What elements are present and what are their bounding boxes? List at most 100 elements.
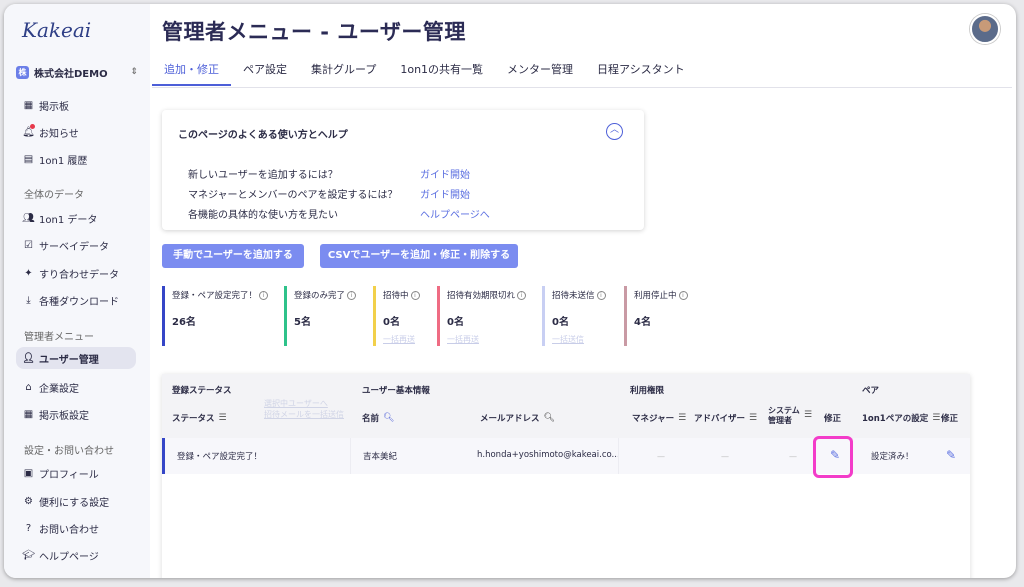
switch-arrows-icon: ⇕ xyxy=(130,67,138,77)
sidebar-item-history[interactable]: ▤ 1on1 履歴 xyxy=(16,148,136,170)
tab-1on1-shares[interactable]: 1on1の共有一覧 xyxy=(388,60,495,86)
people-icon: 👥︎ xyxy=(22,212,35,224)
info-icon[interactable]: i xyxy=(410,291,420,300)
page-title: 管理者メニュー - ユーザー管理 xyxy=(162,20,466,44)
row-advisor: — xyxy=(721,452,729,461)
board-settings-icon: ▦ xyxy=(23,408,34,420)
question-icon: ? xyxy=(25,522,32,534)
app-window: Kakeai 株 株式会社DEMO ⇕ ▦ 掲示板 🔔︎ お知らせ ▤ 1on1… xyxy=(4,4,1016,578)
info-icon[interactable]: i xyxy=(259,291,269,300)
stat-expired: 招待有効期限切れ i 0名 一括再送 xyxy=(437,286,547,346)
info-icon[interactable]: i xyxy=(596,291,606,300)
notification-dot xyxy=(30,124,35,129)
kakeai-logo[interactable]: Kakeai xyxy=(22,18,91,42)
tab-add-edit[interactable]: 追加・修正 xyxy=(152,60,231,86)
row-manager: — xyxy=(657,452,665,461)
row-status: 登録・ペア設定完了！ xyxy=(177,452,263,462)
sidebar-item-board-settings[interactable]: ▦ 掲示板設定 xyxy=(16,403,136,425)
profile-icon: ▣ xyxy=(23,467,34,479)
help-title: このページのよくある使い方とヘルプ xyxy=(178,130,348,141)
info-icon[interactable]: i xyxy=(517,291,527,300)
filter-icon[interactable]: ☰ xyxy=(804,410,812,420)
help-guide-link[interactable]: ガイド開始 xyxy=(420,186,470,201)
sidebar-item-1on1-data[interactable]: 👥︎ 1on1 データ xyxy=(16,207,136,229)
tab-divider xyxy=(152,87,1012,88)
sidebar-item-notice[interactable]: 🔔︎ お知らせ xyxy=(16,121,136,143)
group-basic-header: ユーザー基本情報 xyxy=(362,386,430,396)
sidebar-item-company-settings[interactable]: ⌂ 企業設定 xyxy=(16,376,136,398)
sidebar-item-alignment[interactable]: ✦ すり合わせデータ xyxy=(16,262,136,284)
gear-icon: ⚙ xyxy=(24,495,33,507)
tab-pair-settings[interactable]: ペア設定 xyxy=(231,60,299,86)
board-icon: ▦ xyxy=(23,99,34,111)
tab-mentor[interactable]: メンター管理 xyxy=(495,60,585,86)
help-question: マネジャーとメンバーのペアを設定するには？ xyxy=(188,190,398,201)
download-icon: ⤓ xyxy=(26,294,31,306)
sidebar-item-board[interactable]: ▦ 掲示板 xyxy=(16,94,136,116)
collapse-chevron-icon[interactable]: ︿ xyxy=(606,123,623,140)
filter-icon[interactable]: ☰ xyxy=(749,413,757,423)
sidebar-item-preferences[interactable]: ⚙ 便利にする設定 xyxy=(16,490,136,512)
group-permission-header: 利用権限 xyxy=(630,386,665,396)
stat-suspended: 利用停止中 i 4名 xyxy=(624,286,734,346)
selected-users-link[interactable]: 選択中ユーザーへ 招待メールを一括送信 xyxy=(264,398,344,420)
avatar[interactable] xyxy=(970,14,1000,44)
add-user-manual-button[interactable]: 手動でユーザーを追加する xyxy=(162,244,304,268)
tab-aggregate-groups[interactable]: 集計グループ xyxy=(299,60,388,86)
column-divider xyxy=(618,438,619,474)
section-data-label: 全体のデータ xyxy=(24,190,84,201)
pair-edit-pencil-icon[interactable]: ✎ xyxy=(946,448,956,462)
sidebar: Kakeai 株 株式会社DEMO ⇕ ▦ 掲示板 🔔︎ お知らせ ▤ 1on1… xyxy=(4,4,150,578)
column-status[interactable]: ステータス ☰ xyxy=(172,412,227,424)
row-name: 吉本美紀 xyxy=(363,452,398,462)
user-admin-icon: 👤︎ xyxy=(22,352,35,364)
sidebar-item-contact[interactable]: ? お問い合わせ xyxy=(16,517,136,539)
column-pair-edit: 修正 xyxy=(941,414,959,424)
edit-highlight-box xyxy=(813,436,853,478)
group-status-header: 登録ステータス xyxy=(172,386,232,396)
stat-complete: 登録・ペア設定完了！ i 26名 xyxy=(162,286,272,346)
bulk-resend-link[interactable]: 一括再送 xyxy=(447,334,547,345)
sidebar-item-profile[interactable]: ▣ プロフィール xyxy=(16,462,136,484)
row-pair-status: 設定済み！ xyxy=(871,452,914,462)
column-advisor[interactable]: アドバイザー ☰ xyxy=(694,412,757,424)
filter-icon[interactable]: ☰ xyxy=(678,413,686,423)
info-icon[interactable]: i xyxy=(678,291,688,300)
help-icon: 🎓︎ xyxy=(22,549,35,561)
history-icon: ▤ xyxy=(23,153,34,165)
help-question: 各機能の具体的な使い方を見たい xyxy=(188,210,338,221)
section-settings-label: 設定・お問い合わせ xyxy=(24,446,114,457)
csv-import-button[interactable]: CSVでユーザーを追加・修正・削除する xyxy=(320,244,518,268)
company-switcher[interactable]: 株 株式会社DEMO ⇕ xyxy=(16,62,138,82)
company-name: 株式会社DEMO xyxy=(34,68,108,80)
column-name[interactable]: 名前 🔍︎ xyxy=(362,412,394,424)
search-icon[interactable]: 🔍︎ xyxy=(544,413,555,423)
sidebar-item-help[interactable]: 🎓︎ ヘルプページ xyxy=(16,544,136,566)
sidebar-item-download[interactable]: ⤓ 各種ダウンロード xyxy=(16,289,136,311)
column-email[interactable]: メールアドレス 🔍︎ xyxy=(480,412,555,424)
help-page-link[interactable]: ヘルプページへ xyxy=(420,206,490,221)
filter-icon[interactable]: ☰ xyxy=(932,413,940,423)
filter-icon[interactable]: ☰ xyxy=(219,413,227,423)
group-pair-header: ペア xyxy=(862,386,880,396)
row-email: h.honda+yoshimoto@kakeai.co... xyxy=(477,450,620,460)
help-card: このページのよくある使い方とヘルプ ︿ 新しいユーザーを追加するには？ ガイド開… xyxy=(162,110,644,230)
sidebar-item-survey[interactable]: ☑ サーベイデータ xyxy=(16,234,136,256)
tab-bar: 追加・修正 ペア設定 集計グループ 1on1の共有一覧 メンター管理 日程アシス… xyxy=(152,60,697,86)
help-question: 新しいユーザーを追加するには？ xyxy=(188,170,338,181)
column-pair-setting[interactable]: 1on1ペアの設定 ☰ xyxy=(862,412,940,424)
column-edit: 修正 xyxy=(824,414,842,424)
row-system-admin: — xyxy=(789,452,797,461)
sidebar-item-user-admin[interactable]: 👤︎ ユーザー管理 xyxy=(16,347,136,369)
puzzle-icon: ✦ xyxy=(24,267,33,279)
column-manager[interactable]: マネジャー ☰ xyxy=(632,412,686,424)
tab-schedule-assistant[interactable]: 日程アシスタント xyxy=(585,60,697,86)
company-badge-icon: 株 xyxy=(16,65,29,79)
info-icon[interactable]: i xyxy=(347,291,357,300)
help-guide-link[interactable]: ガイド開始 xyxy=(420,166,470,181)
company-icon: ⌂ xyxy=(25,381,32,393)
search-icon[interactable]: 🔍︎ xyxy=(383,413,394,423)
survey-icon: ☑ xyxy=(24,239,33,251)
column-system-admin[interactable]: システム 管理者 ☰ xyxy=(768,406,812,426)
column-divider xyxy=(350,438,351,474)
